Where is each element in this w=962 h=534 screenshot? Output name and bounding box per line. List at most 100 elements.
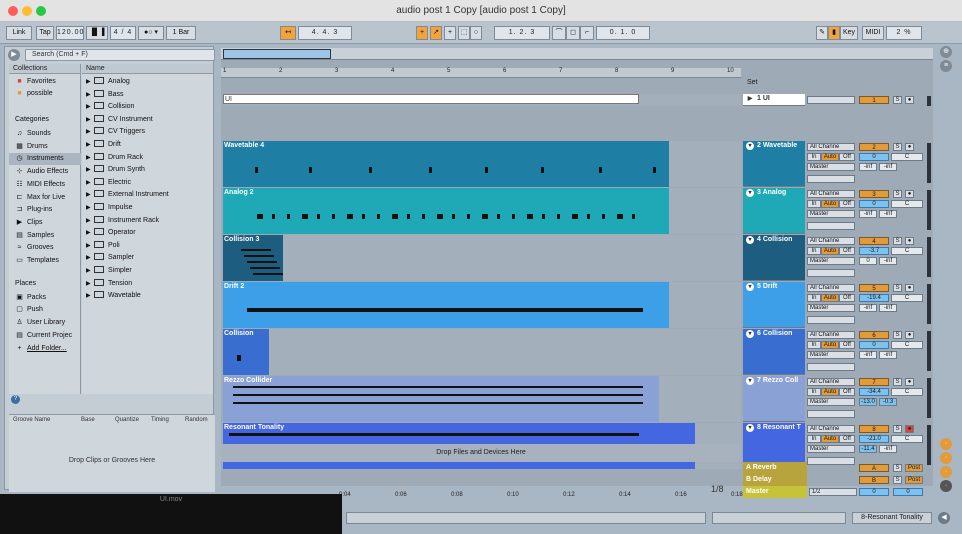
- return-activator[interactable]: B: [859, 476, 889, 484]
- groove-column-header[interactable]: Base: [81, 417, 95, 423]
- place-current-projec[interactable]: ▤ Current Projec: [9, 330, 81, 342]
- category-midi-effects[interactable]: ☷ MIDI Effects: [9, 179, 81, 191]
- return-track-header[interactable]: B Delay: [743, 474, 807, 486]
- track-name[interactable]: ▾ 7 Rezzo Coll: [746, 377, 798, 385]
- browser-item[interactable]: ▶ Sampler: [82, 252, 213, 264]
- browser-item[interactable]: ▶ Drift: [82, 139, 213, 151]
- monitor-off-button[interactable]: Off: [839, 388, 855, 396]
- punch-out-icon[interactable]: ⌐: [580, 26, 594, 40]
- pan-field[interactable]: C: [891, 200, 923, 208]
- track-lane[interactable]: Wavetable 4: [223, 141, 741, 187]
- track-fold-icon[interactable]: ▶: [746, 95, 754, 103]
- track-activator[interactable]: 7: [859, 378, 889, 386]
- name-column-header[interactable]: Name: [82, 64, 213, 74]
- time-signature-field[interactable]: 4 / 4: [110, 26, 136, 40]
- automation-arm-icon[interactable]: ↗: [430, 26, 442, 40]
- input-type-menu[interactable]: All Channe: [807, 425, 855, 433]
- monitor-in-button[interactable]: In: [807, 294, 821, 302]
- input-type-menu[interactable]: All Channe: [807, 190, 855, 198]
- output-sub-menu[interactable]: [807, 410, 855, 418]
- disclosure-arrow-icon[interactable]: ▶: [86, 278, 94, 290]
- arm-button[interactable]: ●: [905, 190, 914, 198]
- disclosure-arrow-icon[interactable]: ▶: [86, 290, 94, 302]
- category-instruments[interactable]: ◷ Instruments: [9, 153, 81, 166]
- reenable-automation-icon[interactable]: +: [444, 26, 456, 40]
- input-type-menu[interactable]: All Channe: [807, 237, 855, 245]
- monitor-off-button[interactable]: Off: [839, 341, 855, 349]
- link-button[interactable]: Link: [6, 26, 32, 40]
- monitor-in-button[interactable]: In: [807, 200, 821, 208]
- loop-start-field[interactable]: 1. 2. 3: [494, 26, 550, 40]
- place-add-folder-[interactable]: + Add Folder...: [9, 343, 81, 355]
- output-sub-menu[interactable]: [807, 222, 855, 230]
- disclosure-arrow-icon[interactable]: ▶: [86, 89, 94, 101]
- solo-button[interactable]: S: [893, 237, 902, 245]
- monitor-in-button[interactable]: In: [807, 341, 821, 349]
- disclosure-arrow-icon[interactable]: ▶: [86, 152, 94, 164]
- track-header[interactable]: ▾ 2 Wavetable: [743, 141, 805, 187]
- category-max-for-live[interactable]: ⊏ Max for Live: [9, 192, 81, 204]
- mixer-icon[interactable]: ·: [940, 480, 952, 492]
- return-track-header[interactable]: A Reverb: [743, 462, 807, 474]
- volume-field[interactable]: 0: [859, 153, 889, 161]
- arrangement-clip[interactable]: Analog 2: [223, 188, 669, 234]
- browser-item[interactable]: ▶ Analog: [82, 76, 213, 88]
- metronome-toggle[interactable]: ●○ ▾: [138, 26, 164, 40]
- monitor-auto-button[interactable]: Auto: [821, 200, 839, 208]
- groove-column-header[interactable]: Random: [185, 417, 208, 423]
- category-audio-effects[interactable]: ⊹ Audio Effects: [9, 166, 81, 178]
- monitor-off-button[interactable]: Off: [839, 200, 855, 208]
- track-header[interactable]: ▾ 3 Analog: [743, 188, 805, 234]
- monitor-in-button[interactable]: In: [807, 153, 821, 161]
- browser-item[interactable]: ▶ CV Triggers: [82, 126, 213, 138]
- tempo-field[interactable]: 120.00: [56, 26, 84, 40]
- arrangement-clip[interactable]: Wavetable 4: [223, 141, 669, 187]
- punch-in-icon[interactable]: ⌒: [552, 26, 566, 40]
- arrangement-overview[interactable]: [221, 48, 933, 60]
- return-activator[interactable]: A: [859, 464, 889, 472]
- disclosure-arrow-icon[interactable]: ▶: [86, 202, 94, 214]
- category-clips[interactable]: ▶ Clips: [9, 217, 81, 229]
- input-type-menu[interactable]: All Channe: [807, 284, 855, 292]
- track-lane[interactable]: Analog 2: [223, 188, 741, 234]
- drop-files-zone[interactable]: Drop Files and Devices Here: [221, 444, 741, 462]
- monitor-in-button[interactable]: In: [807, 247, 821, 255]
- video-window[interactable]: UI.mov: [0, 494, 342, 534]
- collection-possible[interactable]: ■ possible: [9, 88, 81, 100]
- track-activator[interactable]: 2: [859, 143, 889, 151]
- track-lane[interactable]: Rezzo Collider: [223, 376, 741, 422]
- monitor-auto-button[interactable]: Auto: [821, 388, 839, 396]
- monitor-off-button[interactable]: Off: [839, 294, 855, 302]
- browser-item[interactable]: ▶ Drum Rack: [82, 152, 213, 164]
- draw-mode-icon[interactable]: ✎: [816, 26, 828, 40]
- disclosure-arrow-icon[interactable]: ▶: [86, 227, 94, 239]
- loop-length-field[interactable]: 0. 1. 0: [596, 26, 650, 40]
- disclosure-arrow-icon[interactable]: ▶: [86, 189, 94, 201]
- post-button[interactable]: Post: [905, 464, 923, 472]
- output-menu[interactable]: Master: [807, 304, 855, 312]
- track-name[interactable]: ▾ 4 Collision: [746, 236, 792, 244]
- disclosure-arrow-icon[interactable]: ▶: [86, 265, 94, 277]
- track-header[interactable]: ▾ 5 Drift: [743, 282, 805, 328]
- solo-button[interactable]: S: [893, 284, 902, 292]
- key-map-button[interactable]: Key: [840, 26, 858, 40]
- arm-button[interactable]: ●: [905, 425, 914, 433]
- groove-column-header[interactable]: Groove Name: [13, 417, 50, 423]
- loop-icon[interactable]: ◻: [566, 26, 580, 40]
- output-menu[interactable]: Master: [807, 398, 855, 406]
- track-lane[interactable]: Collision 3: [223, 235, 741, 281]
- master-pan-field[interactable]: 0: [893, 488, 923, 496]
- track-name[interactable]: ▾ 6 Collision: [746, 330, 792, 338]
- arm-button[interactable]: ●: [905, 96, 914, 104]
- output-menu[interactable]: Master: [807, 257, 855, 265]
- solo-button[interactable]: S: [893, 143, 902, 151]
- sends-icon[interactable]: ·: [940, 466, 952, 478]
- volume-field[interactable]: -34.4: [859, 388, 889, 396]
- browser-toggle-icon[interactable]: ▶: [8, 49, 20, 61]
- volume-field[interactable]: 0: [859, 200, 889, 208]
- track-header[interactable]: ▾ 7 Rezzo Coll: [743, 376, 805, 422]
- monitor-auto-button[interactable]: Auto: [821, 435, 839, 443]
- track-activator[interactable]: 5: [859, 284, 889, 292]
- disclosure-arrow-icon[interactable]: ▶: [86, 215, 94, 227]
- browser-item[interactable]: ▶ CV Instrument: [82, 114, 213, 126]
